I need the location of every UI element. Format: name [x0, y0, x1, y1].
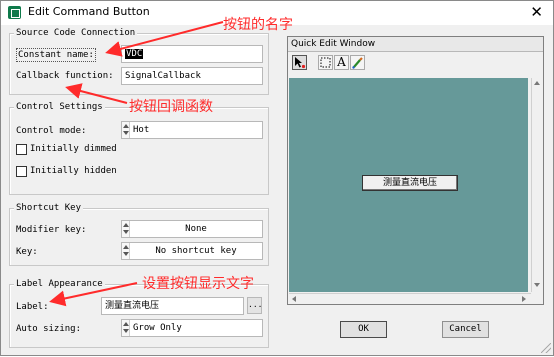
constant-name-value: VDC: [125, 49, 144, 59]
vertical-scrollbar[interactable]: [531, 78, 542, 292]
group-title: Control Settings: [14, 101, 105, 113]
quick-edit-canvas[interactable]: 测量直流电压: [289, 78, 528, 292]
app-icon: [8, 6, 21, 19]
color-picker-tool-icon[interactable]: [350, 55, 365, 70]
ok-button[interactable]: OK: [340, 321, 387, 338]
auto-sizing-label: Auto sizing:: [16, 324, 82, 334]
key-value: No shortcut key: [155, 246, 237, 256]
callback-annotation: 按钮回调函数: [129, 99, 213, 115]
spinner-arrows-icon[interactable]: [122, 320, 130, 336]
pointer-tool-icon[interactable]: [292, 55, 307, 70]
source-code-connection-group: Source Code Connection: [9, 27, 269, 95]
quick-edit-window: Quick Edit Window A 测量直流电压: [287, 36, 544, 305]
label-annotation: 设置按钮显示文字: [142, 276, 254, 292]
name-annotation: 按钮的名字: [223, 17, 293, 33]
control-mode-value: Hot: [133, 125, 150, 135]
horizontal-scrollbar[interactable]: [289, 293, 531, 304]
spinner-arrows-icon[interactable]: [122, 243, 130, 259]
scroll-down-icon[interactable]: [534, 283, 540, 287]
constant-name-field[interactable]: VDC: [121, 45, 263, 63]
label-label: Label:: [16, 302, 49, 312]
initially-dimmed-label[interactable]: Initially dimmed: [30, 143, 117, 155]
select-rect-tool-icon[interactable]: [318, 55, 333, 70]
label-text-field[interactable]: 测量直流电压: [101, 297, 244, 315]
key-select[interactable]: No shortcut key: [121, 242, 263, 260]
auto-sizing-select[interactable]: Grow Only: [121, 319, 263, 337]
preview-command-button[interactable]: 测量直流电压: [362, 175, 458, 191]
group-title: Source Code Connection: [14, 27, 138, 39]
label-appearance-group: Label Appearance: [9, 278, 269, 348]
key-label: Key:: [16, 247, 38, 257]
callback-function-field[interactable]: SignalCallback: [121, 67, 263, 85]
constant-name-label: Constant name:: [16, 48, 96, 62]
scroll-left-icon[interactable]: [292, 296, 296, 302]
control-mode-label: Control mode:: [16, 126, 87, 136]
control-mode-select[interactable]: Hot: [121, 121, 263, 139]
scroll-right-icon[interactable]: [522, 296, 526, 302]
initially-dimmed-checkbox[interactable]: [16, 144, 27, 155]
group-title: Shortcut Key: [14, 202, 84, 214]
quick-edit-title: Quick Edit Window: [288, 37, 543, 52]
text-tool-icon[interactable]: A: [334, 55, 349, 70]
cancel-button[interactable]: Cancel: [442, 321, 489, 338]
window-title: Edit Command Button: [28, 5, 150, 18]
spinner-arrows-icon[interactable]: [122, 221, 130, 237]
edit-command-button-dialog: Edit Command Button ✕ Source Code Connec…: [0, 0, 554, 356]
modifier-key-value: None: [185, 224, 207, 234]
scroll-up-icon[interactable]: [534, 81, 540, 85]
auto-sizing-value: Grow Only: [133, 323, 182, 333]
spinner-arrows-icon[interactable]: [122, 122, 130, 138]
modifier-key-select[interactable]: None: [121, 220, 263, 238]
callback-function-label: Callback function:: [16, 71, 114, 81]
resize-grip-icon[interactable]: [541, 343, 551, 353]
label-browse-button[interactable]: ...: [247, 297, 262, 314]
modifier-key-label: Modifier key:: [16, 225, 87, 235]
initially-hidden-label[interactable]: Initially hidden: [30, 165, 117, 177]
group-title: Label Appearance: [14, 278, 105, 290]
close-icon[interactable]: ✕: [530, 3, 543, 21]
initially-hidden-checkbox[interactable]: [16, 166, 27, 177]
quick-edit-toolbar: A: [288, 53, 543, 71]
